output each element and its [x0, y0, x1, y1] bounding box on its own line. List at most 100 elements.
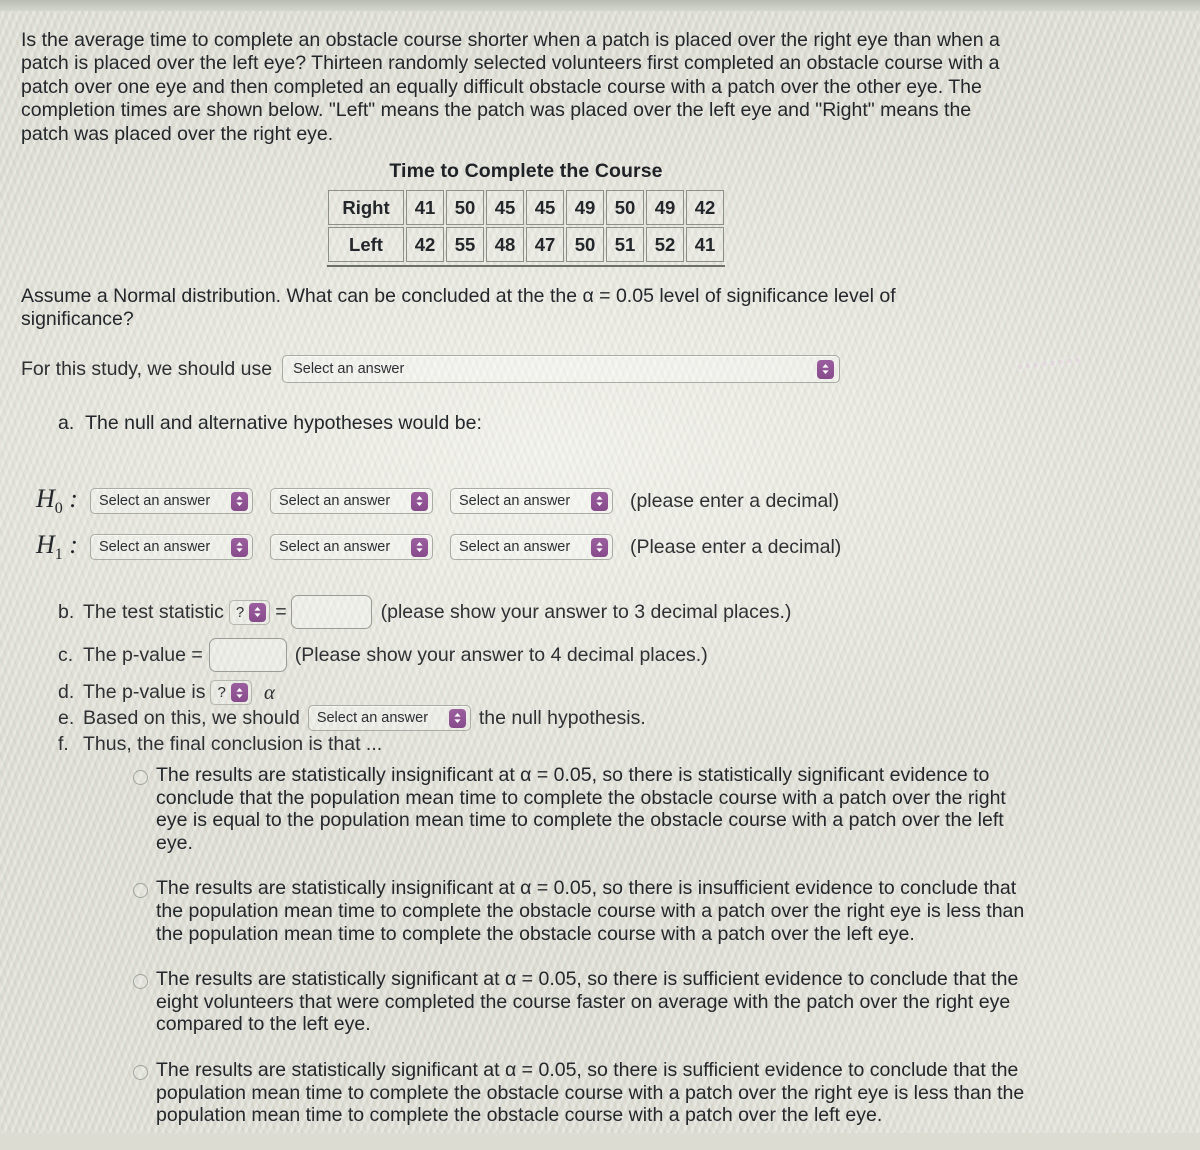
part-b-equals: = — [275, 600, 287, 623]
conclusion-option-label: The results are statistically insignific… — [156, 877, 1025, 945]
row-label-right: Right — [328, 190, 404, 225]
chevron-updown-icon[interactable] — [590, 491, 608, 511]
null-hypothesis-symbol: H0 : — [36, 484, 78, 518]
conclusion-option-label: The results are statistically significan… — [156, 1058, 1025, 1127]
chevron-updown-icon[interactable] — [590, 537, 608, 557]
cell-right-1: 50 — [446, 190, 484, 225]
conclusion-option[interactable]: The results are statistically insignific… — [133, 877, 1028, 945]
chevron-updown-icon[interactable] — [230, 683, 248, 702]
part-a-letter: a. — [58, 412, 75, 434]
conclusion-option-label: The results are statistically significan… — [156, 968, 1019, 1036]
conclusion-option[interactable]: The results are statistically insignific… — [133, 764, 1028, 854]
select-h0-parameter-value: Select an answer — [98, 493, 211, 510]
background-watermark: •••••••• — [1014, 347, 1084, 380]
part-c-row: c. The p-value = (Please show your answe… — [58, 638, 708, 672]
conclusion-option-label: The results are statistically insignific… — [156, 764, 1006, 854]
part-d-label: The p-value is — [83, 681, 206, 703]
cell-left-0: 42 — [406, 227, 444, 262]
chevron-updown-icon[interactable] — [230, 537, 248, 557]
h0-decimal-note: (please enter a decimal) — [629, 489, 840, 512]
part-e-row: e. Based on this, we should Select an an… — [58, 705, 646, 731]
select-h1-operator[interactable]: Select an answer — [269, 534, 433, 561]
select-h1-value[interactable]: Select an answer — [449, 534, 613, 561]
table-row: Left 42 55 48 47 50 51 52 41 — [328, 227, 724, 262]
chevron-updown-icon[interactable] — [410, 537, 428, 557]
part-c-note: (Please show your answer to 4 decimal pl… — [294, 643, 708, 666]
null-hypothesis-row: H0 : Select an answer Select an answer S… — [36, 484, 839, 518]
select-study-method[interactable]: Select an answer — [282, 355, 841, 383]
select-p-value-comparison-value: ? — [217, 684, 226, 701]
select-h0-value[interactable]: Select an answer — [449, 488, 613, 515]
part-d-letter: d. — [58, 681, 75, 703]
part-a-text: The null and alternative hypotheses woul… — [85, 412, 482, 434]
radio-button-icon[interactable] — [133, 974, 148, 990]
select-h0-value-value: Select an answer — [458, 493, 571, 510]
part-f-row: f. Thus, the final conclusion is that ... — [58, 733, 382, 756]
select-h1-operator-value: Select an answer — [278, 539, 391, 556]
alternative-hypothesis-row: H1 : Select an answer Select an answer S… — [36, 530, 841, 564]
cell-right-3: 45 — [526, 190, 564, 225]
part-c-letter: c. — [58, 643, 74, 666]
conclusion-options-group: The results are statistically insignific… — [133, 764, 1028, 1150]
p-value-input[interactable] — [208, 638, 287, 672]
cell-left-1: 55 — [446, 227, 484, 262]
cell-right-6: 49 — [646, 190, 684, 225]
part-c-label: The p-value = — [83, 643, 203, 666]
select-h1-parameter-value: Select an answer — [98, 539, 211, 556]
select-decision-value: Select an answer — [316, 710, 429, 726]
select-study-method-value: Select an answer — [293, 361, 405, 377]
chevron-updown-icon[interactable] — [410, 491, 428, 511]
conclusion-option[interactable]: The results are statistically significan… — [133, 968, 1028, 1036]
radio-button-icon[interactable] — [133, 770, 148, 785]
times-table: Right 41 50 45 45 49 50 49 42 Left 42 55… — [326, 188, 726, 264]
select-test-statistic-type[interactable]: ? — [228, 599, 271, 625]
cell-left-7: 41 — [686, 227, 724, 262]
cell-left-4: 50 — [566, 227, 604, 262]
part-b-note: (please show your answer to 3 decimal pl… — [380, 600, 792, 623]
part-b-letter: b. — [58, 600, 75, 623]
cell-left-6: 52 — [646, 227, 684, 262]
radio-button-icon[interactable] — [133, 883, 148, 899]
select-h0-operator[interactable]: Select an answer — [269, 488, 433, 515]
part-f-label: Thus, the final conclusion is that ... — [83, 733, 383, 755]
chevron-updown-icon[interactable] — [817, 359, 835, 379]
table-row: Right 41 50 45 45 49 50 49 42 — [328, 190, 724, 225]
part-b-row: b. The test statistic ? = (please show y… — [58, 595, 791, 629]
select-test-statistic-type-value: ? — [235, 603, 245, 621]
cell-right-5: 50 — [606, 190, 644, 225]
radio-button-icon[interactable] — [133, 1064, 148, 1080]
select-decision[interactable]: Select an answer — [307, 705, 471, 731]
select-h1-parameter[interactable]: Select an answer — [89, 534, 253, 561]
part-d-row: d. The p-value is ? α — [58, 680, 275, 705]
part-e-letter: e. — [58, 706, 75, 729]
cell-right-7: 42 — [686, 190, 724, 225]
alpha-symbol: α — [263, 680, 275, 704]
chevron-updown-icon[interactable] — [230, 491, 248, 511]
study-method-row: For this study, we should use Select an … — [21, 355, 841, 383]
row-label-left: Left — [328, 227, 404, 262]
chevron-updown-icon[interactable] — [249, 602, 267, 622]
part-b-label: The test statistic — [83, 600, 224, 623]
assumption-paragraph: Assume a Normal distribution. What can b… — [21, 285, 896, 331]
data-table-block: Time to Complete the Course Right 41 50 … — [326, 160, 726, 267]
cell-left-3: 47 — [526, 227, 564, 262]
cell-left-5: 51 — [606, 227, 644, 262]
cell-right-0: 41 — [406, 190, 444, 225]
select-h0-parameter[interactable]: Select an answer — [89, 488, 253, 515]
select-h0-operator-value: Select an answer — [278, 493, 391, 510]
cell-right-4: 49 — [566, 190, 604, 225]
question-intro-paragraph: Is the average time to complete an obsta… — [21, 29, 1000, 145]
part-e-trailing-text: the null hypothesis. — [478, 706, 646, 729]
part-e-label: Based on this, we should — [83, 706, 300, 729]
table-bottom-rule — [327, 265, 725, 267]
chevron-updown-icon[interactable] — [448, 708, 466, 728]
table-caption: Time to Complete the Course — [389, 160, 663, 182]
screen-top-band — [0, 0, 1200, 11]
part-f-letter: f. — [58, 733, 69, 755]
test-statistic-input[interactable] — [290, 595, 372, 629]
conclusion-option[interactable]: The results are statistically significan… — [133, 1059, 1028, 1127]
select-h1-value-value: Select an answer — [458, 539, 571, 556]
select-p-value-comparison[interactable]: ? — [210, 680, 252, 705]
part-a-label: a. The null and alternative hypotheses w… — [58, 412, 758, 435]
cell-right-2: 45 — [486, 190, 524, 225]
